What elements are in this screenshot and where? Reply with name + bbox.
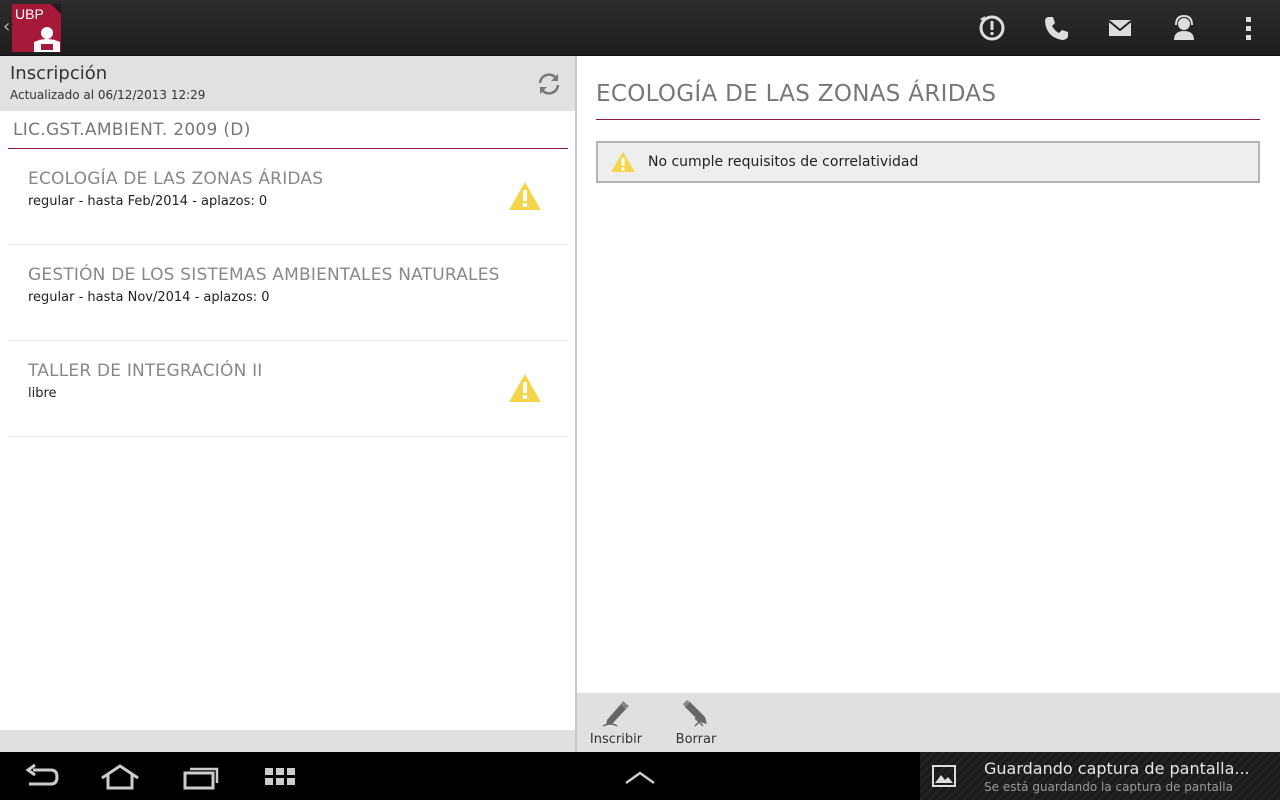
course-status: regular - hasta Feb/2014 - aplazos: 0 [28, 194, 268, 209]
phone-icon[interactable] [1040, 12, 1072, 44]
list-title: Inscripción [10, 63, 108, 84]
course-status: regular - hasta Nov/2014 - aplazos: 0 [28, 290, 270, 305]
eraser-pencil-icon [683, 700, 707, 727]
list-header: Inscripción Actualizado al 06/12/2013 12… [0, 56, 575, 111]
course-name: TALLER DE INTEGRACIÓN II [28, 361, 263, 381]
back-icon[interactable] [22, 762, 62, 792]
logo-figure-icon [34, 27, 60, 52]
system-nav-bar: Guardando captura de pantalla... Se está… [0, 752, 1280, 800]
detail-title: ECOLOGÍA DE LAS ZONAS ÁRIDAS [596, 81, 997, 107]
course-list-item[interactable]: GESTIÓN DE LOS SISTEMAS AMBIENTALES NATU… [8, 245, 568, 341]
enroll-button[interactable]: Inscribir [577, 698, 647, 748]
action-bar: ‹ UBP [0, 0, 1280, 56]
last-updated-text: Actualizado al 06/12/2013 12:29 [10, 88, 206, 102]
logo-corner [51, 4, 61, 14]
pencil-icon [602, 701, 629, 727]
notification-title: Guardando captura de pantalla... [984, 759, 1250, 778]
up-caret-icon[interactable]: ‹ [3, 16, 10, 37]
course-list-item[interactable]: TALLER DE INTEGRACIÓN II libre [8, 341, 568, 437]
course-list-pane: Inscripción Actualizado al 06/12/2013 12… [0, 56, 575, 730]
warning-text: No cumple requisitos de correlatividad [648, 154, 919, 170]
list-footer [0, 730, 575, 752]
app-screen: ‹ UBP Inscripción Actualizado al 06/12/2… [0, 0, 1280, 800]
alert-clock-icon[interactable] [976, 12, 1008, 44]
course-name: GESTIÓN DE LOS SISTEMAS AMBIENTALES NATU… [28, 265, 500, 285]
notification-subtitle: Se está guardando la captura de pantalla [984, 780, 1233, 794]
delete-button[interactable]: Borrar [657, 698, 727, 748]
contact-person-icon[interactable] [1168, 12, 1200, 44]
app-grid-icon[interactable] [262, 762, 298, 792]
screenshot-notification[interactable]: Guardando captura de pantalla... Se está… [920, 752, 1280, 800]
course-detail-pane: ECOLOGÍA DE LAS ZONAS ÁRIDAS No cumple r… [577, 56, 1280, 693]
logo-text: UBP [15, 6, 44, 22]
enroll-label: Inscribir [589, 732, 643, 747]
bottom-action-bar: Inscribir Borrar [577, 693, 1280, 752]
refresh-icon [538, 73, 560, 95]
delete-label: Borrar [675, 732, 717, 747]
requirement-warning: No cumple requisitos de correlatividad [596, 141, 1260, 183]
detail-divider [596, 119, 1260, 120]
course-status: libre [28, 386, 57, 401]
course-name: ECOLOGÍA DE LAS ZONAS ÁRIDAS [28, 169, 324, 189]
chevron-up-icon[interactable] [622, 762, 658, 792]
warning-icon [509, 182, 541, 210]
image-icon [932, 765, 956, 787]
career-heading: LIC.GST.AMBIENT. 2009 (D) [13, 120, 251, 140]
course-list-item[interactable]: ECOLOGÍA DE LAS ZONAS ÁRIDAS regular - h… [8, 149, 568, 245]
recent-apps-icon[interactable] [180, 762, 220, 792]
home-icon[interactable] [100, 762, 140, 792]
warning-icon [611, 152, 635, 172]
refresh-button[interactable] [534, 69, 564, 99]
app-logo[interactable]: UBP [12, 4, 61, 52]
warning-icon [509, 374, 541, 402]
mail-icon[interactable] [1104, 12, 1136, 44]
overflow-menu-icon[interactable] [1232, 12, 1264, 44]
